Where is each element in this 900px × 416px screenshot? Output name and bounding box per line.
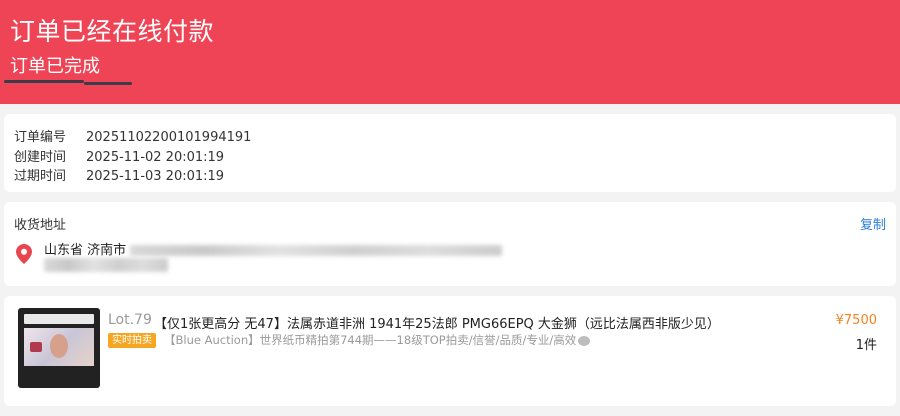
item-description: 【Blue Auction】世界纸币精拍第744期——18级TOP拍卖/信誉/品… — [164, 332, 591, 348]
live-auction-badge: 实时拍卖 — [108, 333, 156, 348]
order-item-card[interactable]: Lot.79 【仅1张更高分 无47】法属赤道非洲 1941年25法郎 PMG6… — [4, 296, 896, 406]
order-status-subtitle: 订单已完成 — [10, 56, 100, 77]
address-redacted — [130, 245, 503, 256]
created-time-label: 创建时间 — [14, 150, 67, 165]
address-redacted-line2 — [44, 258, 168, 272]
subtitle-underline — [4, 80, 84, 83]
address-title: 收货地址 — [14, 218, 67, 233]
wechat-icon — [578, 335, 591, 346]
subtitle-underline-tail — [84, 82, 132, 85]
address-card: 收货地址 复制 山东省 济南市 — [4, 202, 896, 286]
lot-number: Lot.79 — [108, 312, 152, 328]
created-time-value: 2025-11-02 20:01:19 — [86, 150, 225, 165]
item-price: ¥7500 — [835, 313, 877, 328]
banknote-image — [24, 328, 94, 366]
order-info-card: 订单编号 20251102200101994191 创建时间 2025-11-02 … — [4, 114, 896, 192]
grading-label — [24, 314, 94, 324]
banknote-mark — [30, 342, 42, 352]
item-title[interactable]: 【仅1张更高分 无47】法属赤道非洲 1941年25法郎 PMG66EPQ 大金… — [154, 313, 720, 332]
item-thumbnail[interactable] — [18, 308, 100, 388]
order-status-title: 订单已经在线付款 — [10, 17, 215, 46]
location-pin-icon — [16, 244, 32, 264]
order-number-label: 订单编号 — [14, 130, 67, 145]
order-status-header: 订单已经在线付款 订单已完成 — [0, 0, 900, 104]
address-line: 山东省 济南市 — [44, 239, 503, 258]
address-visible-text: 山东省 济南市 — [44, 243, 127, 258]
banknote-portrait — [50, 334, 68, 358]
expire-time-label: 过期时间 — [14, 169, 67, 184]
expire-time-value: 2025-11-03 20:01:19 — [86, 169, 225, 184]
order-number-value: 20251102200101994191 — [86, 130, 252, 145]
created-time-row: 创建时间 2025-11-02 20:01:19 — [14, 146, 224, 165]
expire-time-row: 过期时间 2025-11-03 20:01:19 — [14, 165, 224, 184]
item-quantity: 1件 — [855, 338, 877, 353]
order-number-row: 订单编号 20251102200101994191 — [14, 126, 251, 145]
item-description-text: 【Blue Auction】世界纸币精拍第744期——18级TOP拍卖/信誉/品… — [164, 333, 577, 347]
copy-address-button[interactable]: 复制 — [860, 214, 886, 233]
